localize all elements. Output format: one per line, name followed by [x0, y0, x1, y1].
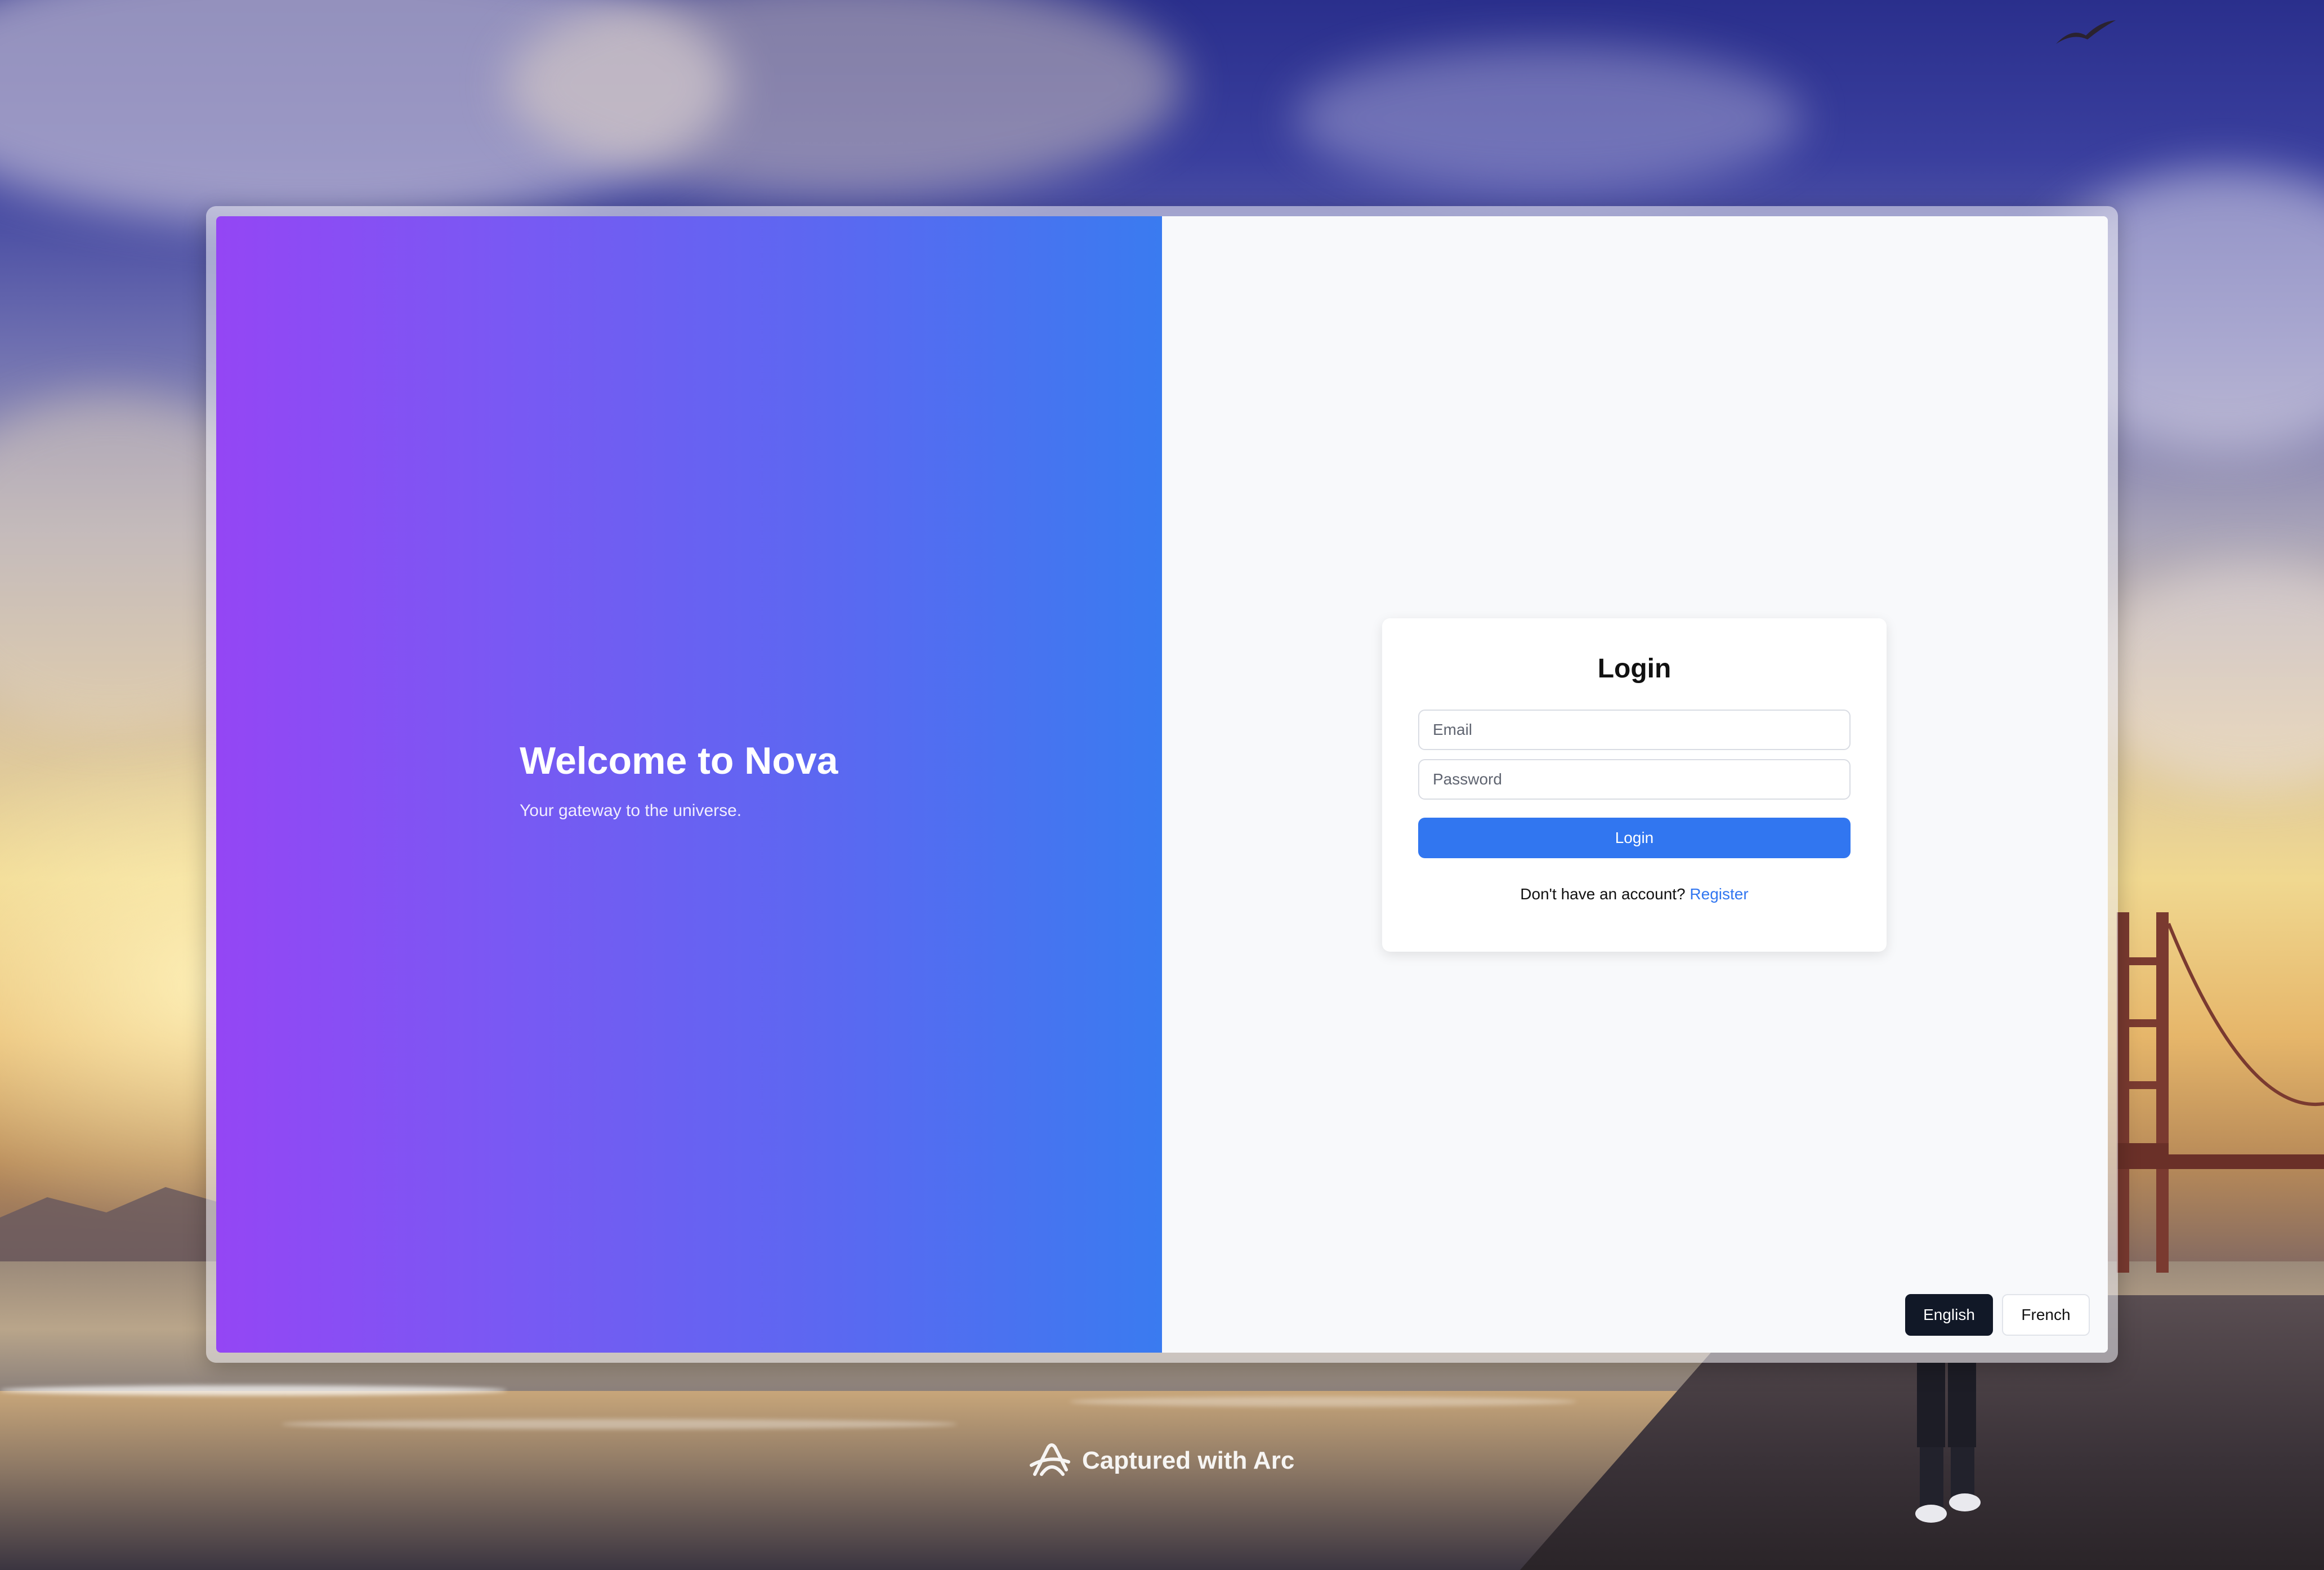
hero-subtitle: Your gateway to the universe. [520, 801, 742, 820]
wave-foam [1070, 1397, 1576, 1407]
language-french-button[interactable]: French [2002, 1294, 2090, 1336]
cloud [2083, 563, 2324, 788]
desktop-background: Welcome to Nova Your gateway to the univ… [0, 0, 2324, 1570]
page-viewport: Welcome to Nova Your gateway to the univ… [216, 216, 2108, 1353]
caption-text: Captured with Arc [1082, 1447, 1295, 1474]
email-input[interactable] [1418, 710, 1851, 750]
login-button[interactable]: Login [1418, 818, 1851, 858]
login-title: Login [1597, 654, 1672, 684]
bird-icon [2056, 20, 2116, 44]
golden-gate-bridge [2117, 912, 2324, 1273]
language-switcher: English French [1905, 1294, 2090, 1336]
hero-content: Welcome to Nova Your gateway to the univ… [520, 740, 838, 820]
wave-foam [0, 1385, 507, 1395]
wave-foam [281, 1419, 957, 1429]
browser-window: Welcome to Nova Your gateway to the univ… [206, 206, 2118, 1363]
arc-caption: Captured with Arc [1029, 1443, 1294, 1479]
register-link[interactable]: Register [1690, 885, 1748, 903]
arc-logo-icon [1030, 1443, 1070, 1476]
hero-panel: Welcome to Nova Your gateway to the univ… [216, 216, 1162, 1353]
signup-prompt: Don't have an account? [1520, 885, 1686, 903]
person-walking [1915, 1363, 1981, 1523]
login-panel: Login Login Don't have an account? Regis… [1162, 216, 2108, 1353]
hero-title: Welcome to Nova [520, 739, 838, 782]
signup-row: Don't have an account? Register [1418, 885, 1851, 903]
language-english-button[interactable]: English [1905, 1294, 1993, 1336]
cloud [1295, 45, 1802, 191]
password-input[interactable] [1418, 759, 1851, 800]
login-card: Login Login Don't have an account? Regis… [1382, 618, 1887, 952]
